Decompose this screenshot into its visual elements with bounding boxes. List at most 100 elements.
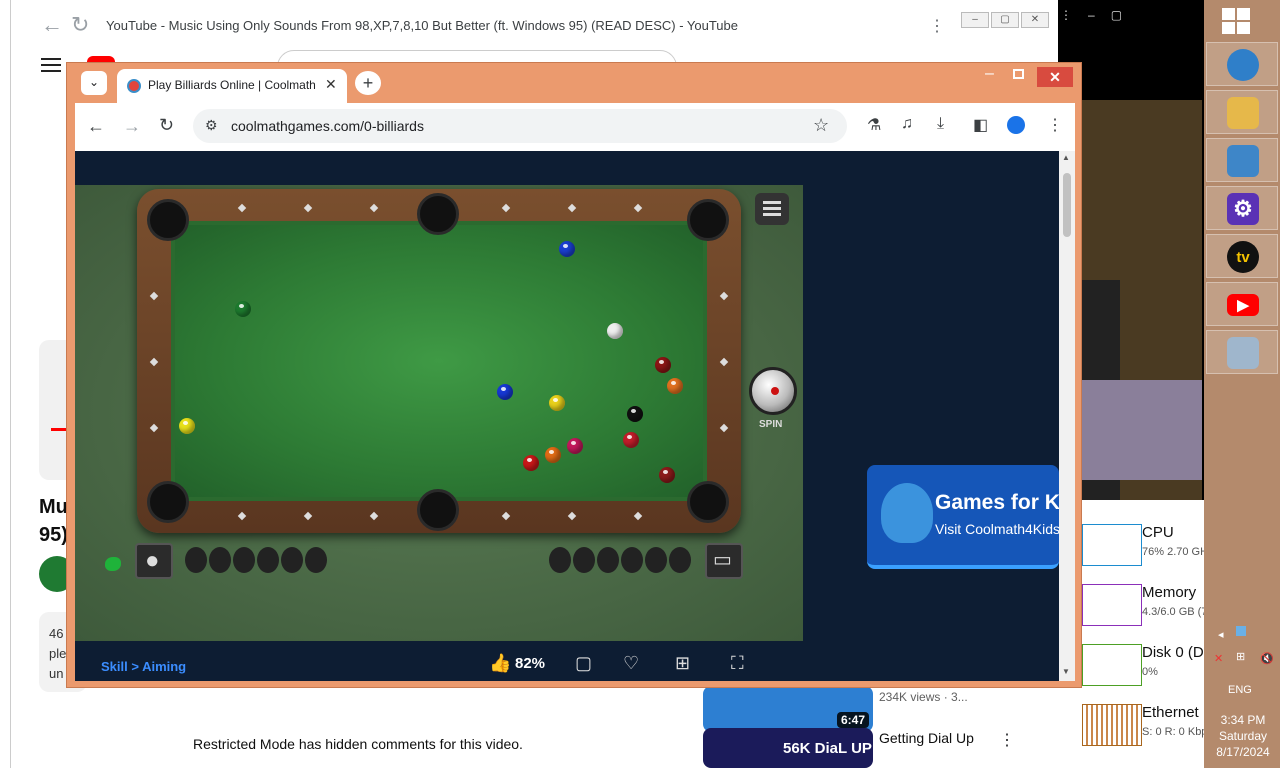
taskbar-app-settings[interactable]: ⚙ <box>1206 186 1278 230</box>
skill-link[interactable]: Skill > Aiming <box>101 659 186 674</box>
tab-search-button[interactable]: ⌄ <box>81 71 107 95</box>
pocket <box>147 481 189 523</box>
ball-slot <box>185 547 207 573</box>
minimize-button[interactable]: – <box>961 12 989 28</box>
player-turn-indicator <box>105 557 121 571</box>
taskbar-app-photos[interactable] <box>1206 138 1278 182</box>
download-icon[interactable]: ⤓ <box>937 115 944 133</box>
disk-graph <box>1082 644 1142 686</box>
more-icon[interactable]: ⋮ <box>1060 8 1072 22</box>
fullscreen-icon[interactable]: ⛶ <box>731 653 744 674</box>
ball-slot <box>257 547 279 573</box>
site-info-icon[interactable]: ⚙ <box>205 117 218 134</box>
ball-1 <box>549 395 565 411</box>
forward-icon[interactable]: → <box>123 116 141 137</box>
language-indicator[interactable]: ENG <box>1228 684 1252 696</box>
menu-icon[interactable] <box>41 58 61 74</box>
ball-slot <box>209 547 231 573</box>
reload-icon[interactable]: ↻ <box>159 115 174 136</box>
side-panel-icon[interactable]: ◧ <box>973 115 988 135</box>
tv-icon: tv <box>1227 241 1259 273</box>
ball-8 <box>627 406 643 422</box>
photos-icon <box>1227 145 1259 177</box>
billiards-game[interactable]: SPIN ● ▭ <box>75 185 803 641</box>
add-to-playlist-icon[interactable]: ⊞ <box>675 653 690 674</box>
ball-2 <box>497 384 513 400</box>
favorite-heart-icon[interactable]: ♡ <box>623 653 639 674</box>
profile-avatar[interactable] <box>1007 116 1025 134</box>
maximize-button[interactable]: ▢ <box>991 12 1019 28</box>
youtube-titlebar: ← ↻ YouTube - Music Using Only Sounds Fr… <box>11 0 1061 52</box>
tab-close-icon[interactable]: ✕ <box>325 76 337 93</box>
chrome-window-controls: – ✕ <box>977 65 1077 91</box>
scrollbar-thumb[interactable] <box>1063 173 1071 237</box>
url-text[interactable]: coolmathgames.com/0-billiards <box>231 118 424 134</box>
taskbar-app-chrome[interactable] <box>1206 42 1278 86</box>
player1-ball-slots <box>185 547 327 575</box>
recommended-video-thumbnail[interactable]: 56K DiaL UP <box>703 728 873 768</box>
more-icon[interactable]: ⋮ <box>999 730 1015 750</box>
media-controls-icon[interactable]: ♫ <box>901 115 913 133</box>
scroll-up-icon[interactable]: ▲ <box>1062 153 1070 162</box>
pool-table-felt[interactable] <box>175 225 703 497</box>
tab-strip: ⌄ Play Billiards Online | Coolmath ✕ + –… <box>67 63 1081 103</box>
tray-app-icon[interactable] <box>1236 626 1246 636</box>
close-button[interactable]: ✕ <box>1021 12 1049 28</box>
page-scrollbar[interactable]: ▲ ▼ <box>1059 151 1075 681</box>
chevron-up-icon[interactable]: ◂ <box>1218 628 1224 641</box>
comment-icon[interactable]: ▢ <box>575 653 592 674</box>
thumbs-up-icon[interactable]: 👍 <box>489 653 511 674</box>
chrome-menu-icon[interactable]: ⋮ <box>1047 115 1063 135</box>
windows-start-icon[interactable] <box>1222 8 1252 34</box>
folder-icon <box>1227 97 1259 129</box>
back-icon[interactable]: ← <box>41 12 63 38</box>
network-error-icon[interactable]: ✕ <box>1214 652 1223 665</box>
maximize-button[interactable]: ▢ <box>1111 8 1122 22</box>
pocket <box>147 199 189 241</box>
recommended-video-title[interactable]: Getting Dial Up <box>879 730 974 746</box>
minimize-button[interactable]: – <box>1088 8 1095 22</box>
taskbar-app-youtube[interactable]: ▶ <box>1206 282 1278 326</box>
ball-10 <box>559 241 575 257</box>
pocket <box>687 199 729 241</box>
tab-billiards[interactable]: Play Billiards Online | Coolmath ✕ <box>117 69 347 103</box>
more-icon[interactable]: ⋮ <box>929 16 945 36</box>
recommended-video-meta: 234K views · 3... <box>879 690 968 704</box>
volume-muted-icon[interactable]: 🔇 <box>1260 652 1274 665</box>
tm-item-ethernet[interactable]: Ethernet S: 0 R: 0 Kbps <box>1058 696 1213 756</box>
page-content: SPIN ● ▭ Skill > Aiming 👍 82% ▢ ♡ ⊞ ⛶ Ga… <box>75 151 1059 681</box>
spin-control[interactable] <box>749 367 797 415</box>
network-icon[interactable]: ⊞ <box>1236 650 1245 663</box>
clock[interactable]: 3:34 PM Saturday 8/17/2024 <box>1210 712 1276 760</box>
ball-13 <box>667 378 683 394</box>
system-tray[interactable]: ◂ ✕ ⊞ 🔇 <box>1208 626 1278 672</box>
bookmark-star-icon[interactable]: ☆ <box>813 115 829 136</box>
new-tab-button[interactable]: + <box>355 71 381 95</box>
taskbar-app-network[interactable] <box>1206 330 1278 374</box>
scroll-down-icon[interactable]: ▼ <box>1062 667 1070 676</box>
ball-11 <box>623 432 639 448</box>
taskbar-app-explorer[interactable] <box>1206 90 1278 134</box>
reload-icon[interactable]: ↻ <box>71 12 89 38</box>
ball-slot <box>645 547 667 573</box>
close-button[interactable]: ✕ <box>1037 67 1073 87</box>
ball-9 <box>179 418 195 434</box>
coolmath4kids-ad[interactable]: Games for K Visit Coolmath4Kids <box>867 465 1059 569</box>
minimize-button[interactable]: – <box>985 65 994 83</box>
ball-15 <box>655 357 671 373</box>
media-app-scene-floor <box>1082 380 1202 480</box>
spin-point <box>771 387 779 395</box>
labs-flask-icon[interactable]: ⚗ <box>867 115 881 135</box>
cue-ball[interactable] <box>607 323 623 339</box>
ball-slot <box>233 547 255 573</box>
player2-avatar: ▭ <box>705 543 743 579</box>
address-bar[interactable]: ⚙ coolmathgames.com/0-billiards ☆ <box>193 109 847 143</box>
maximize-button[interactable] <box>1013 69 1024 79</box>
taskbar-app-tv[interactable]: tv <box>1206 234 1278 278</box>
back-icon[interactable]: ← <box>87 116 105 137</box>
clock-date: 8/17/2024 <box>1216 745 1270 759</box>
recommended-video-thumbnail[interactable]: 6:47 <box>703 686 873 732</box>
ball-slot <box>669 547 691 573</box>
media-app-controls: ⋮ – ▢ <box>1060 8 1200 22</box>
game-menu-button[interactable] <box>755 193 789 225</box>
